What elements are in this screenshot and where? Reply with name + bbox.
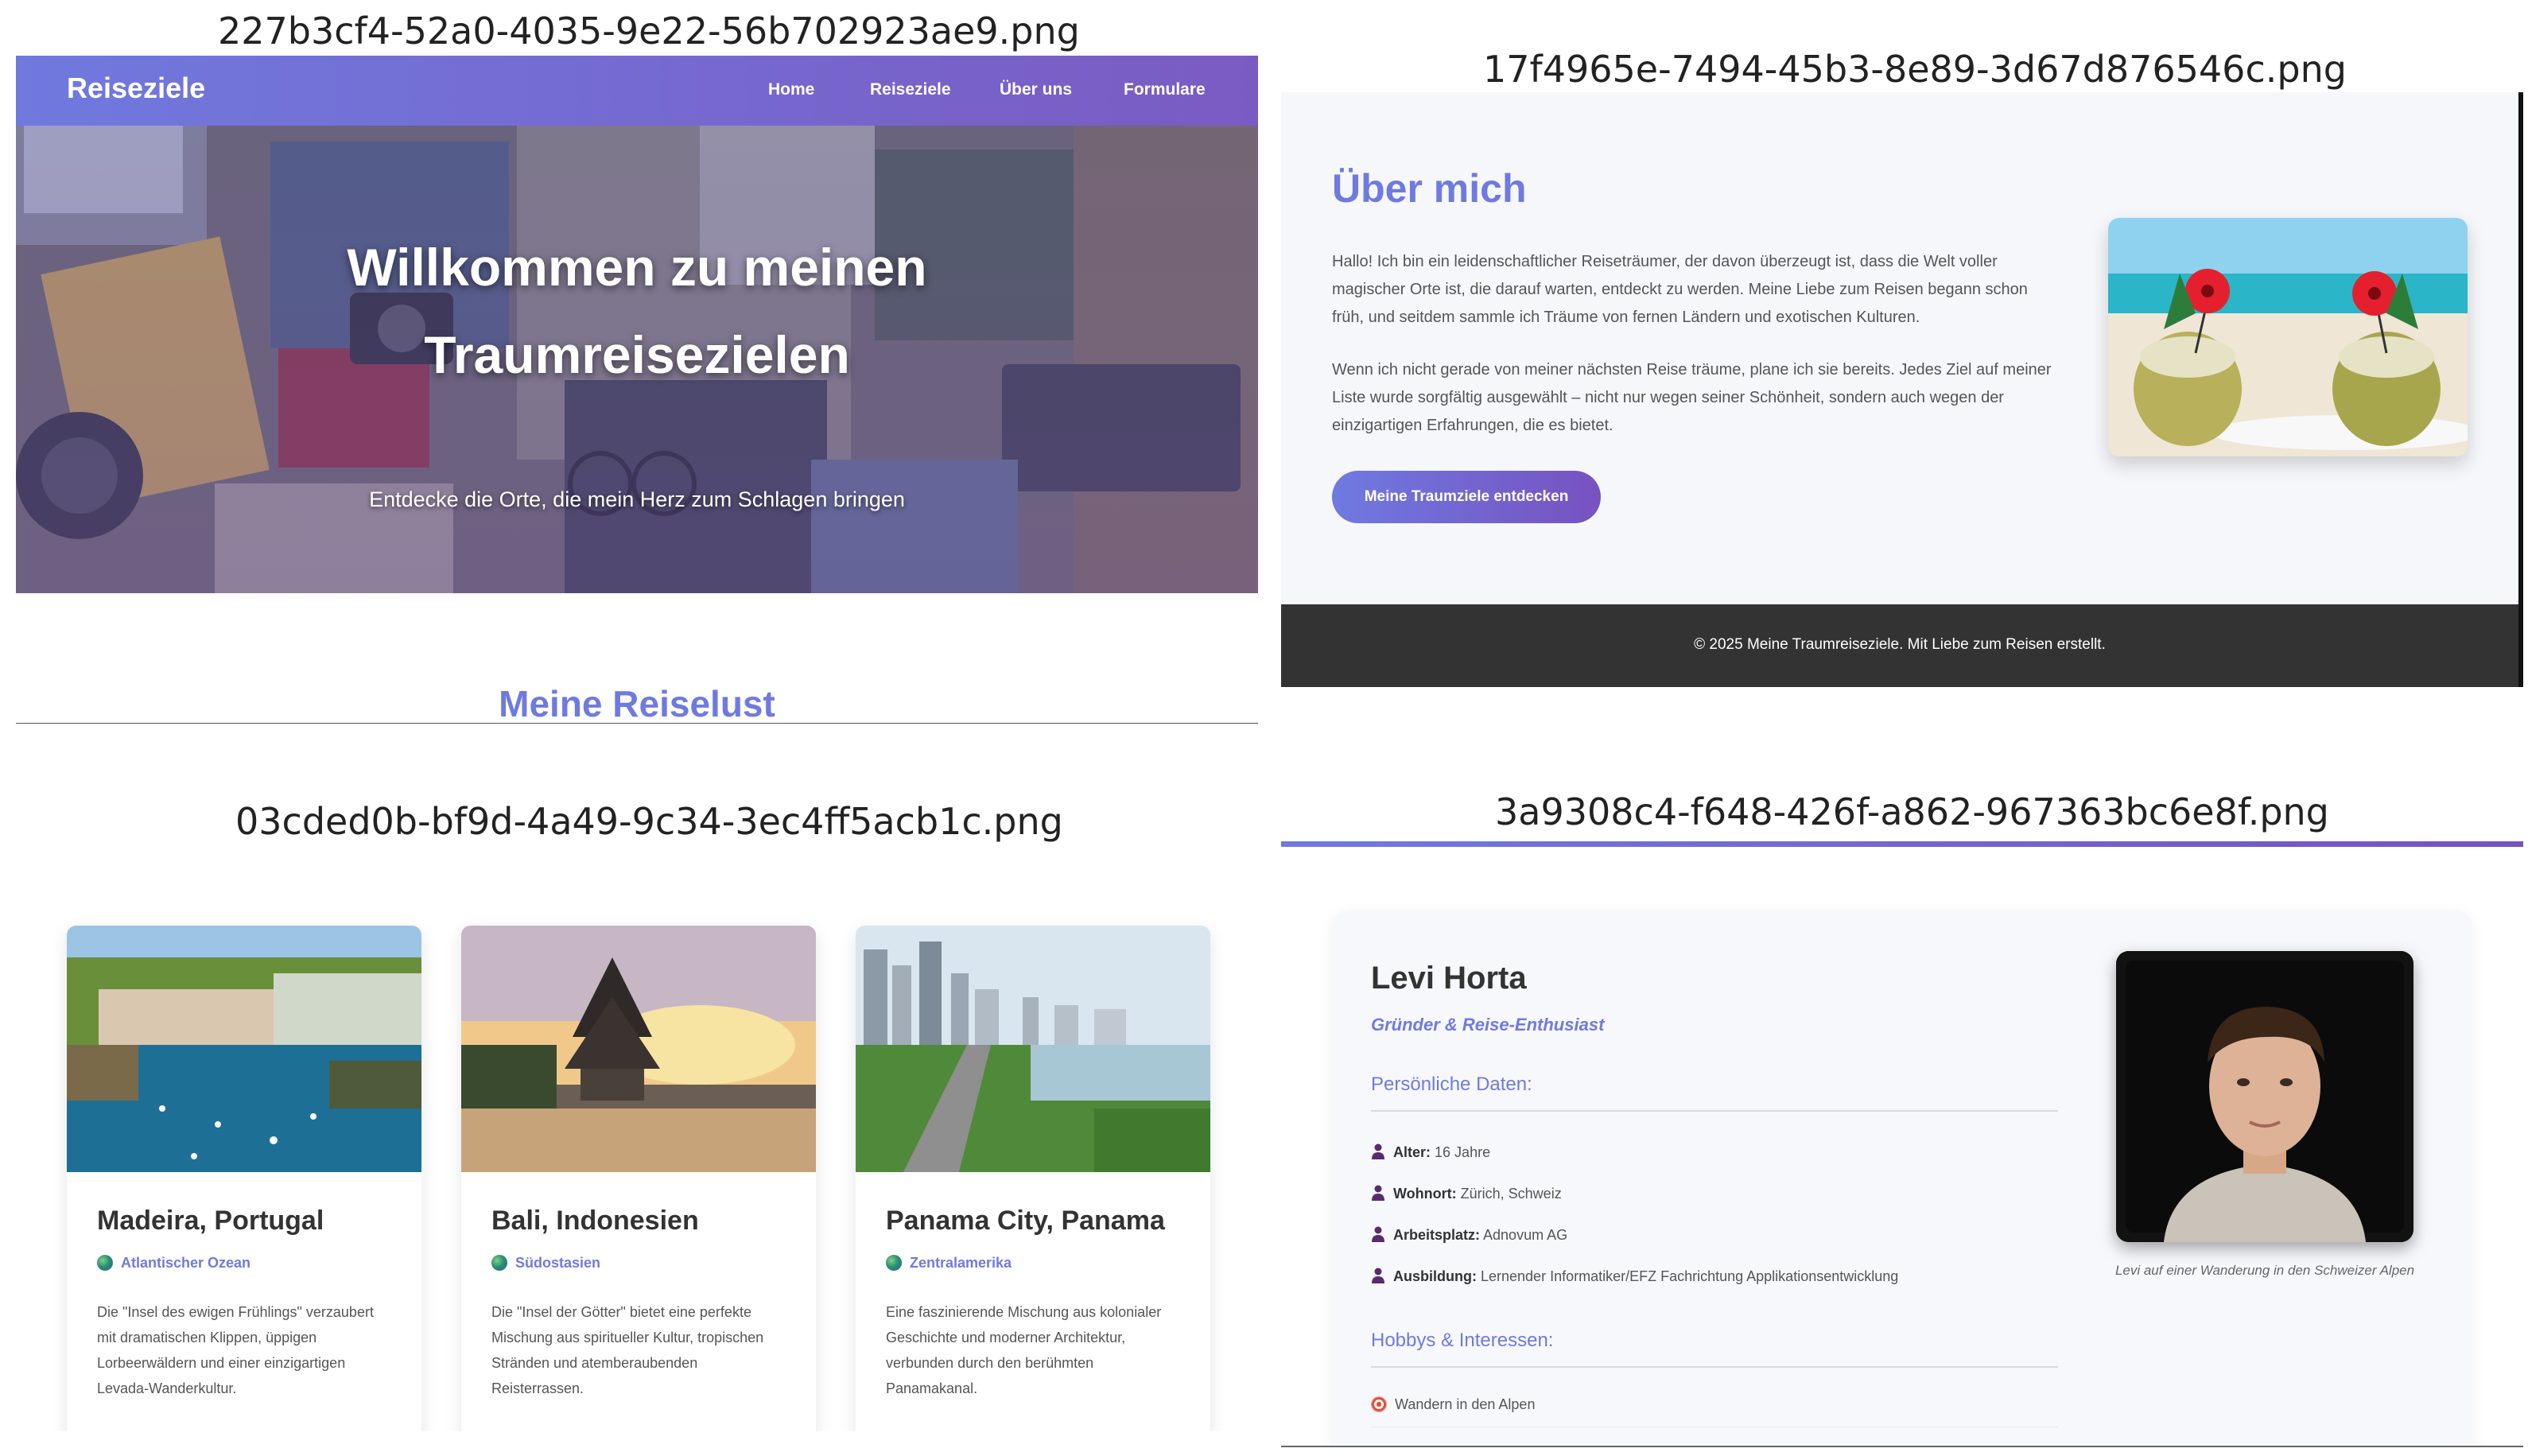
info-row-residence: Wohnort: Zürich, Schweiz (1371, 1185, 1562, 1202)
card-description: Die "Insel des ewigen Frühlings" verzaub… (97, 1304, 374, 1396)
team-page-screenshot: Levi Horta Gründer & Reise-Enthusiast Pe… (1281, 837, 2523, 1449)
hero-subtitle: Entdecke die Orte, die mein Herz zum Sch… (369, 487, 905, 511)
section-top-bar (1281, 841, 2523, 847)
info-value: Adnovum AG (1483, 1227, 1568, 1243)
info-value: Zürich, Schweiz (1460, 1186, 1562, 1202)
brand-logo[interactable]: Reiseziele (67, 72, 205, 105)
divider (1371, 1366, 2058, 1368)
globe-icon (886, 1255, 902, 1271)
screenshot-filename-2: 17f4965e-7494-45b3-8e89-3d67d876546c.png (1483, 48, 2347, 91)
member-photo (2116, 951, 2413, 1242)
card-title: Bali, Indonesien (491, 1206, 699, 1236)
destination-card-madeira[interactable]: Madeira, Portugal Atlantischer Ozean Die… (67, 926, 421, 1431)
about-page-screenshot: Über mich Hallo! Ich bin ein leidenschaf… (1281, 92, 2523, 687)
navbar: Reiseziele Home Reiseziele Über uns Form… (16, 56, 1258, 126)
about-paragraph-2: Wenn ich nicht gerade von meiner nächste… (1332, 361, 2052, 434)
globe-icon (97, 1255, 113, 1271)
member-role: Gründer & Reise-Enthusiast (1371, 1015, 1605, 1035)
hobbies-heading: Hobbys & Interessen: (1371, 1330, 1554, 1351)
section-heading-reiselust: Meine Reiselust (499, 683, 775, 724)
info-label: Alter: (1393, 1144, 1431, 1160)
person-icon (1372, 1226, 1384, 1242)
discover-destinations-button[interactable]: Meine Traumziele entdecken (1332, 471, 1601, 523)
card-region-label: Atlantischer Ozean (121, 1255, 251, 1271)
destination-card-panama[interactable]: Panama City, Panama Zentralamerika Eine … (856, 926, 1210, 1431)
person-icon (1372, 1185, 1384, 1201)
site-footer: © 2025 Meine Traumreiseziele. Mit Liebe … (1281, 604, 2523, 687)
info-label: Wohnort: (1393, 1186, 1457, 1202)
screenshot-filename-3: 03cded0b-bf9d-4a49-9c34-3ec4ff5acb1c.png (235, 800, 1063, 843)
target-icon (1371, 1396, 1387, 1412)
hero-title-line-1: Willkommen zu meinen (347, 238, 927, 297)
divider (16, 723, 1258, 724)
panama-city-image (856, 926, 1210, 1172)
card-region-label: Zentralamerika (910, 1255, 1012, 1271)
hobby-label: Wandern in den Alpen (1395, 1396, 1536, 1412)
personal-data-heading: Persönliche Daten: (1371, 1074, 1532, 1095)
card-region: Atlantischer Ozean (97, 1255, 250, 1272)
about-title: Über mich (1332, 166, 1527, 211)
nav-link-ueber-uns[interactable]: Über uns (1000, 80, 1072, 99)
card-region: Zentralamerika (886, 1255, 1012, 1272)
nav-link-reiseziele[interactable]: Reiseziele (870, 80, 951, 99)
hero-page-screenshot: Reiseziele Home Reiseziele Über uns Form… (16, 56, 1258, 724)
info-value: Lernender Informatiker/EFZ Fachrichtung … (1481, 1268, 1899, 1284)
screenshot-filename-1: 227b3cf4-52a0-4035-9e22-56b702923ae9.png (218, 10, 1080, 52)
info-row-age: Alter: 16 Jahre (1371, 1143, 1490, 1161)
about-beach-image (2108, 218, 2468, 456)
info-value: 16 Jahre (1435, 1144, 1491, 1160)
member-name: Levi Horta (1371, 961, 1527, 996)
info-label: Arbeitsplatz: (1393, 1227, 1481, 1243)
nav-link-home[interactable]: Home (768, 80, 814, 99)
madeira-image (67, 926, 421, 1172)
card-region: Südostasien (491, 1255, 600, 1272)
divider (1281, 1446, 2523, 1447)
hobby-item: Wandern in den Alpen (1371, 1396, 1535, 1413)
about-paragraph-1: Hallo! Ich bin ein leidenschaftlicher Re… (1332, 253, 2028, 326)
window-edge (2518, 92, 2523, 687)
card-region-label: Südostasien (515, 1255, 601, 1271)
person-icon (1372, 1268, 1384, 1283)
card-description: Die "Insel der Götter" bietet eine perfe… (491, 1304, 764, 1396)
person-icon (1372, 1143, 1384, 1159)
destination-card-bali[interactable]: Bali, Indonesien Südostasien Die "Insel … (461, 926, 816, 1431)
info-row-workplace: Arbeitsplatz: Adnovum AG (1371, 1226, 1567, 1244)
destinations-page-screenshot: Madeira, Portugal Atlantischer Ozean Die… (16, 875, 1258, 1431)
nav-link-formulare[interactable]: Formulare (1124, 80, 1206, 99)
globe-icon (491, 1255, 507, 1271)
info-label: Ausbildung: (1393, 1268, 1477, 1284)
card-description: Eine faszinierende Mischung aus kolonial… (886, 1304, 1162, 1396)
footer-copyright: © 2025 Meine Traumreiseziele. Mit Liebe … (1694, 636, 2106, 653)
screenshot-filename-4: 3a9308c4-f648-426f-a862-967363bc6e8f.png (1495, 790, 2329, 833)
hero-title-line-2: Traumreisezielen (424, 325, 850, 384)
bali-image (461, 926, 816, 1172)
photo-caption: Levi auf einer Wanderung in den Schweize… (2114, 1263, 2415, 1278)
divider (1371, 1110, 2058, 1112)
hero-section: Willkommen zu meinen Traumreisezielen En… (16, 126, 1258, 593)
card-title: Madeira, Portugal (97, 1206, 324, 1236)
info-row-education: Ausbildung: Lernender Informatiker/EFZ F… (1371, 1268, 1898, 1285)
card-title: Panama City, Panama (886, 1206, 1165, 1236)
